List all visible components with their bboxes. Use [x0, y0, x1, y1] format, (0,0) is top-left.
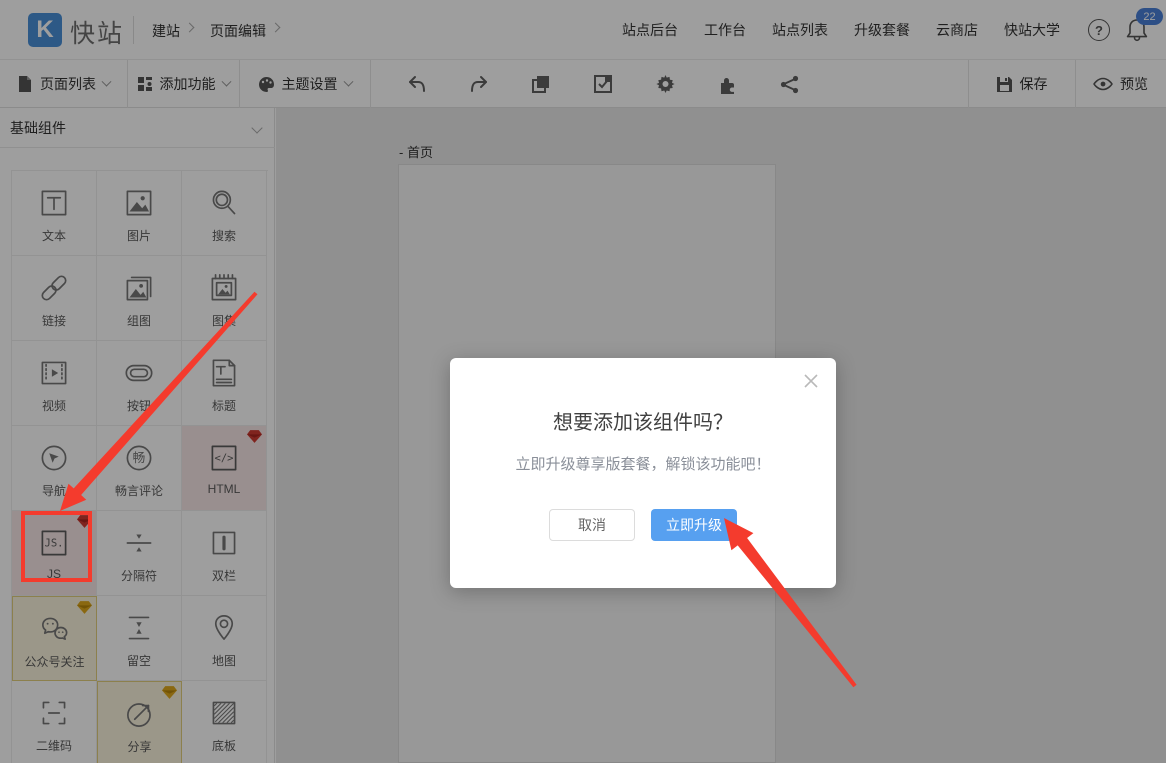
- upgrade-now-button[interactable]: 立即升级: [651, 509, 737, 541]
- dialog-subtitle: 立即升级尊享版套餐，解锁该功能吧！: [450, 453, 836, 474]
- dialog-title: 想要添加该组件吗？: [450, 358, 836, 435]
- app-window: K 快站 建站 页面编辑 站点后台 工作台 站点列表 升级套餐 云商店 快站大学…: [0, 0, 1166, 763]
- cancel-button[interactable]: 取消: [549, 509, 635, 541]
- close-icon[interactable]: [804, 374, 818, 388]
- dialog-buttons: 取消 立即升级: [450, 509, 836, 541]
- upgrade-dialog: 想要添加该组件吗？ 立即升级尊享版套餐，解锁该功能吧！ 取消 立即升级: [450, 358, 836, 588]
